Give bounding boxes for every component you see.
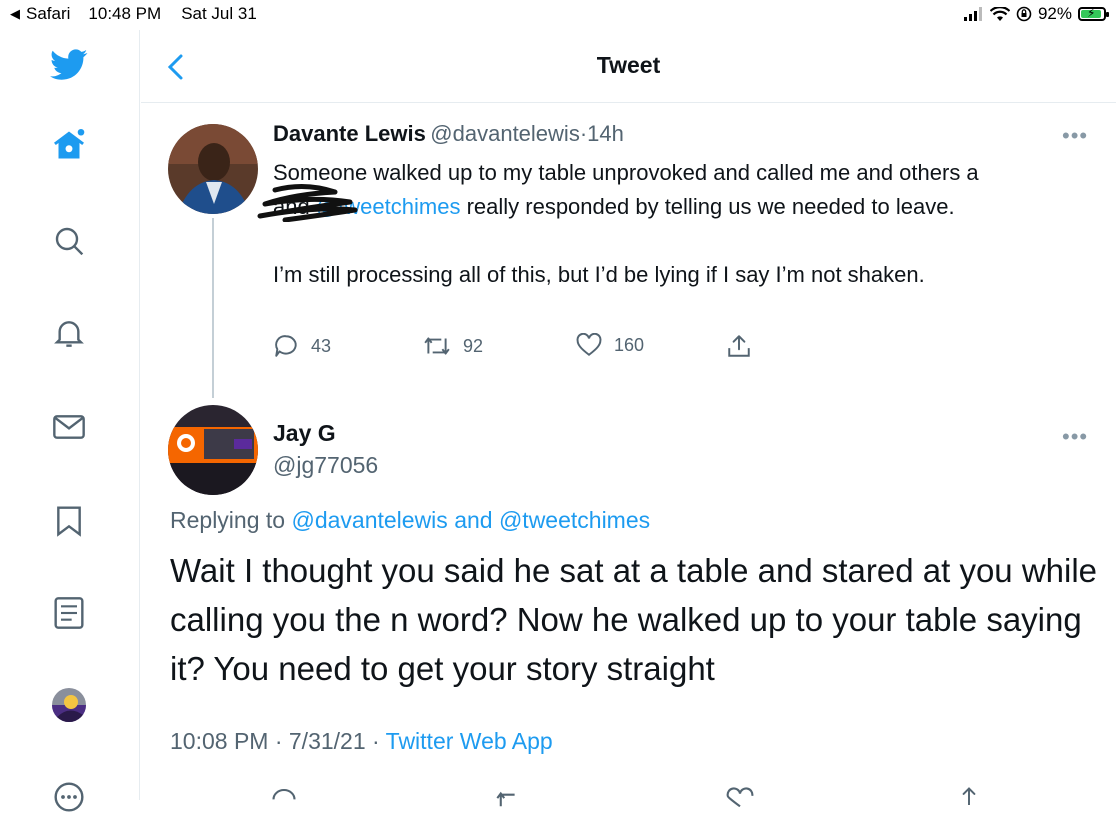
messages-icon[interactable] [50, 408, 88, 446]
reply-timestamp[interactable]: 10:08 PM · 7/31/21 [170, 728, 366, 754]
replying-user-2[interactable]: @tweetchimes [499, 507, 650, 533]
bookmarks-icon[interactable] [50, 502, 88, 540]
cellular-signal-icon [963, 7, 982, 21]
reply-actions [170, 783, 1116, 807]
reply-source[interactable]: Twitter Web App [386, 728, 553, 754]
tweet-text-rest: really responded by telling us we needed… [466, 194, 955, 219]
retweet-action[interactable]: 92 [423, 333, 483, 359]
tweet-author-avatar[interactable] [168, 124, 258, 214]
lists-icon[interactable] [50, 594, 88, 632]
reply-author-avatar[interactable] [168, 405, 258, 495]
heart-icon[interactable] [726, 787, 754, 807]
back-app-label[interactable]: Safari [26, 4, 70, 24]
replying-to: Replying to @davantelewis and @tweetchim… [170, 507, 650, 534]
tweet-more-button[interactable]: ••• [1062, 123, 1088, 149]
page-header: Tweet [141, 30, 1116, 103]
tweet-header: Davante Lewis @davantelewis·14h [273, 121, 624, 147]
reply-icon [275, 335, 297, 357]
share-action[interactable] [726, 333, 752, 359]
tweet-author-handle[interactable]: @davantelewis [430, 121, 580, 146]
notifications-icon[interactable] [50, 314, 88, 352]
like-count: 160 [614, 334, 645, 355]
more-icon[interactable] [50, 778, 88, 816]
profile-avatar[interactable] [50, 686, 88, 724]
reply-meta: 10:08 PM · 7/31/21 · Twitter Web App [170, 728, 553, 755]
reply-count: 43 [311, 335, 332, 356]
tweet-text: Someone walked up to my table unprovoked… [273, 156, 1093, 292]
share-icon[interactable] [956, 785, 982, 805]
wifi-icon [989, 6, 1010, 21]
reply-icon[interactable] [270, 787, 298, 807]
tweet-time[interactable]: 14h [587, 121, 624, 146]
battery-percent: 92% [1037, 4, 1072, 23]
retweet-count: 92 [463, 335, 484, 356]
reply-more-button[interactable]: ••• [1062, 424, 1088, 450]
tweet-actions: 43 92 160 [273, 333, 773, 363]
status-date: Sat Jul 31 [181, 4, 257, 23]
retweet-icon[interactable] [495, 787, 525, 807]
twitter-logo-icon[interactable] [50, 46, 88, 84]
page-title: Tweet [596, 52, 661, 78]
scribble-redaction [257, 184, 358, 222]
battery-icon: ⚡ [1078, 6, 1109, 21]
reply-author-handle[interactable]: @jg77056 [273, 452, 378, 479]
status-bar: ◀ Safari 10:48 PM Sat Jul 31 92% ⚡ [0, 0, 1116, 30]
search-icon[interactable] [50, 222, 88, 260]
replying-user-1[interactable]: @davantelewis [291, 507, 447, 533]
retweet-icon [424, 337, 450, 355]
replying-label: Replying to [170, 507, 286, 533]
back-to-app-icon[interactable]: ◀ [10, 6, 20, 22]
tweet-text-paragraph-2: I’m still processing all of this, but I’… [273, 262, 925, 287]
left-navigation [0, 30, 140, 812]
share-icon [728, 335, 750, 357]
reply-author-name[interactable]: Jay G [273, 420, 336, 447]
reply-text: Wait I thought you said he sat at a tabl… [170, 552, 1098, 687]
home-icon[interactable] [50, 126, 88, 164]
orientation-lock-icon [1016, 6, 1032, 22]
heart-icon [576, 333, 602, 356]
tweet-text-line1: Someone walked up to my table unprovoked… [273, 160, 979, 185]
reply-action[interactable]: 43 [273, 333, 331, 359]
charging-bolt-icon: ⚡ [1087, 6, 1096, 20]
tweet-author-name[interactable]: Davante Lewis [273, 121, 426, 146]
replying-and: and [454, 507, 493, 533]
meta-separator: · [372, 728, 380, 754]
thread-line [212, 218, 214, 398]
like-action[interactable]: 160 [576, 333, 644, 357]
status-time: 10:48 PM [88, 4, 162, 23]
